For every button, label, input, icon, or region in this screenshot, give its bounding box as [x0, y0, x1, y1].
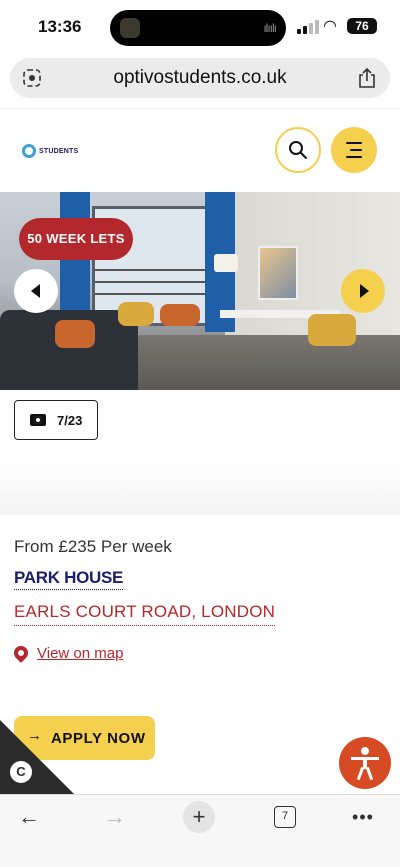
- cookie-settings-tab[interactable]: [0, 720, 74, 794]
- accessibility-icon: [361, 747, 369, 755]
- map-pin-icon: [11, 643, 31, 663]
- tabs-count-icon[interactable]: 7: [274, 806, 296, 828]
- price-text: From £235 Per week: [14, 537, 172, 556]
- logo-mark-icon: [22, 144, 36, 158]
- search-icon: [289, 141, 307, 159]
- wifi-icon: ◠: [323, 18, 337, 35]
- site-header: STUDENTS: [0, 108, 400, 192]
- property-address[interactable]: EARLS COURT ROAD, LONDON: [14, 602, 276, 626]
- camera-icon: [30, 414, 46, 426]
- dynamic-island: ılıılı: [110, 10, 286, 46]
- menu-button[interactable]: [331, 127, 377, 173]
- more-menu-icon[interactable]: •••: [350, 803, 376, 831]
- back-icon[interactable]: ←: [14, 803, 44, 831]
- cookie-icon[interactable]: C: [10, 761, 32, 783]
- view-on-map-label[interactable]: View on map: [37, 645, 123, 662]
- arrow-right-icon: [360, 284, 369, 298]
- address-bar[interactable]: optivostudents.co.uk: [10, 58, 390, 98]
- gallery-next-button[interactable]: [341, 269, 385, 313]
- url-text[interactable]: optivostudents.co.uk: [10, 67, 390, 89]
- battery-icon: 76: [347, 18, 377, 34]
- app-thumbnail-icon: [120, 18, 140, 38]
- property-name[interactable]: PARK HOUSE: [14, 568, 123, 590]
- share-icon[interactable]: [358, 67, 376, 89]
- accessibility-button[interactable]: [339, 737, 391, 789]
- new-tab-icon[interactable]: +: [183, 801, 215, 833]
- status-time: 13:36: [38, 17, 82, 36]
- menu-icon: [346, 142, 362, 144]
- search-button[interactable]: [275, 127, 321, 173]
- lets-badge: 50 WEEK LETS: [19, 218, 133, 260]
- logo-text: STUDENTS: [39, 147, 79, 155]
- audio-wave-icon: ılıılı: [263, 21, 277, 35]
- forward-icon[interactable]: →: [100, 803, 130, 831]
- browser-toolbar: ← → + 7 •••: [0, 794, 400, 867]
- status-bar: 13:36 ılıılı ◠ 76: [0, 0, 400, 54]
- signal-icon: [297, 20, 321, 34]
- optivo-students-logo[interactable]: STUDENTS: [22, 141, 78, 161]
- photo-counter-button[interactable]: 7/23: [14, 400, 98, 440]
- photo-counter-label: 7/23: [57, 413, 83, 428]
- arrow-left-icon: [31, 284, 40, 298]
- gallery-prev-button[interactable]: [14, 269, 58, 313]
